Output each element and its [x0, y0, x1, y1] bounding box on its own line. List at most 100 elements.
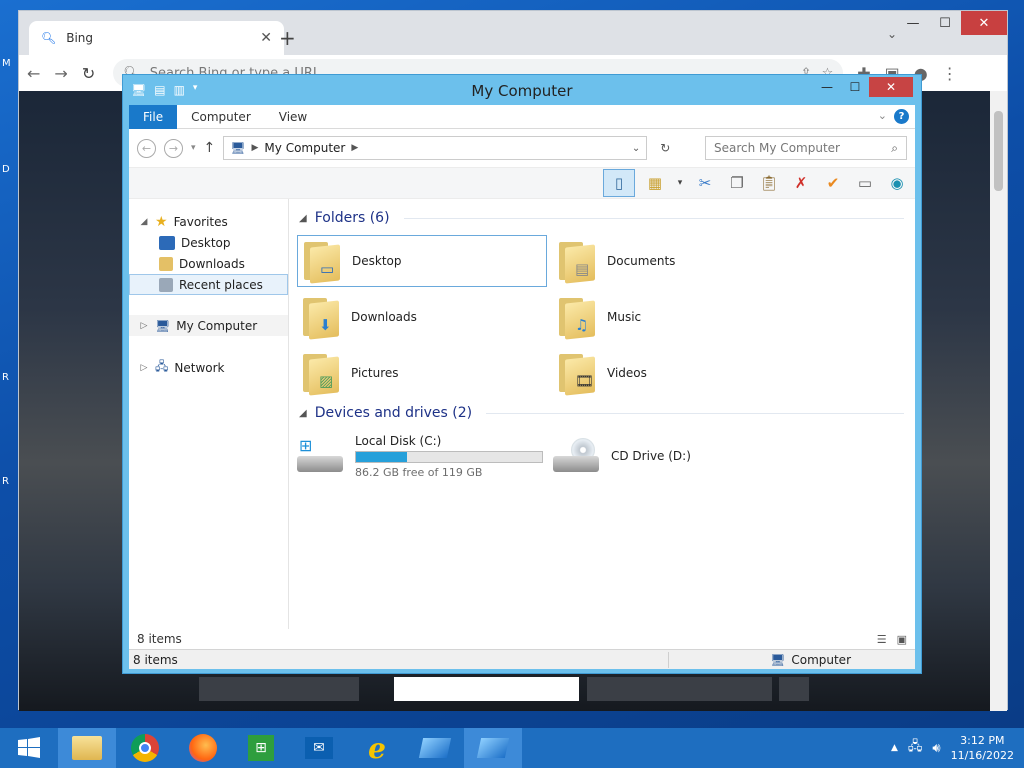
- refresh-icon[interactable]: ↻: [655, 141, 675, 155]
- copy-icon[interactable]: ❐: [725, 171, 749, 195]
- show-hidden-icons-icon[interactable]: ▲: [891, 743, 898, 753]
- explorer-titlebar[interactable]: 🖥︎ ▤ ▥ ▾ My Computer — ☐ ✕: [123, 75, 921, 105]
- drives-group-title: Devices and drives (2): [314, 405, 473, 421]
- sidebar-item-downloads[interactable]: Downloads: [129, 253, 288, 274]
- browser-tab-bing[interactable]: 🔍︎ Bing ✕: [29, 21, 284, 55]
- folder-item[interactable]: ▤ Documents: [553, 235, 803, 287]
- cut-icon[interactable]: ✂: [693, 171, 717, 195]
- folders-group-header[interactable]: ◢ Folders (6): [299, 207, 904, 229]
- reload-icon[interactable]: ↻: [82, 64, 95, 83]
- chevron-right-icon[interactable]: ▶: [252, 143, 259, 153]
- sidebar-item-label: Recent places: [179, 277, 263, 292]
- globe-icon[interactable]: ◉: [885, 171, 909, 195]
- expand-icon[interactable]: ◢: [139, 217, 149, 227]
- new-tab-button[interactable]: +: [279, 26, 296, 50]
- expand-icon[interactable]: ▷: [139, 363, 149, 373]
- chevron-down-icon[interactable]: ▾: [675, 171, 685, 195]
- taskbar-store[interactable]: ⊞: [232, 728, 290, 768]
- sidebar-item-network[interactable]: ▷ 🖧 Network: [129, 357, 288, 378]
- drive-free-space: 86.2 GB free of 119 GB: [355, 465, 483, 479]
- minimize-button[interactable]: —: [813, 77, 841, 97]
- windows-logo-icon: [18, 737, 40, 758]
- chevron-right-icon[interactable]: ▶: [351, 143, 358, 153]
- paste-icon[interactable]: 📋︎: [757, 171, 781, 195]
- browser-maximize-button[interactable]: ☐: [929, 11, 961, 35]
- sidebar-item-recent-places[interactable]: Recent places: [129, 274, 288, 295]
- address-path[interactable]: My Computer: [264, 141, 345, 155]
- address-row: ← → ▾ ↑ 🖥︎ ▶ My Computer ▶ ⌄ ↻ Search My…: [129, 129, 915, 167]
- expand-ribbon-icon[interactable]: ⌄: [878, 109, 887, 122]
- folder-name: Desktop: [352, 254, 402, 268]
- forward-icon[interactable]: →: [54, 64, 67, 83]
- expand-icon[interactable]: ▷: [139, 321, 149, 331]
- folder-item[interactable]: ⬇ Downloads: [297, 291, 547, 343]
- taskbar-file-explorer[interactable]: [58, 728, 116, 768]
- tab-file[interactable]: File: [129, 104, 178, 129]
- sidebar-item-desktop[interactable]: Desktop: [129, 232, 288, 253]
- internet-explorer-icon: e: [368, 731, 386, 765]
- browser-scrollbar[interactable]: [990, 91, 1007, 711]
- sidebar-item-label: Network: [174, 360, 225, 375]
- help-icon[interactable]: ?: [894, 109, 909, 124]
- music-folder-icon: ♫: [553, 296, 597, 340]
- folder-item[interactable]: ▭ Desktop: [297, 235, 547, 287]
- properties-icon[interactable]: ▦: [643, 171, 667, 195]
- clock[interactable]: 3:12 PM 11/16/2022: [951, 733, 1014, 763]
- forward-button[interactable]: →: [164, 138, 183, 158]
- preview-pane-button[interactable]: ▯: [603, 169, 635, 197]
- browser-close-button[interactable]: ✕: [961, 11, 1007, 35]
- browser-minimize-button[interactable]: —: [897, 11, 929, 35]
- folder-name: Downloads: [351, 310, 417, 324]
- drive-item-cd[interactable]: CD Drive (D:): [553, 429, 803, 483]
- drive-name: Local Disk (C:): [355, 433, 442, 448]
- remote-desktop-icon: [476, 738, 510, 758]
- delete-icon[interactable]: ✗: [789, 171, 813, 195]
- clock-time: 3:12 PM: [960, 734, 1005, 747]
- search-input[interactable]: Search My Computer ⌕: [705, 136, 907, 160]
- sidebar-item-my-computer[interactable]: ▷ 🖥︎ My Computer: [129, 315, 288, 336]
- up-button[interactable]: ↑: [204, 140, 216, 156]
- tab-close-icon[interactable]: ✕: [260, 30, 272, 46]
- start-button[interactable]: [0, 728, 58, 768]
- tab-view[interactable]: View: [265, 105, 321, 129]
- details-view-icon[interactable]: ☰: [877, 633, 887, 646]
- check-icon[interactable]: ✔: [821, 171, 845, 195]
- address-bar[interactable]: 🖥︎ ▶ My Computer ▶ ⌄: [223, 136, 648, 160]
- network-icon[interactable]: 🖧: [908, 737, 923, 759]
- tab-computer[interactable]: Computer: [177, 105, 265, 129]
- chevron-down-icon[interactable]: ⌄: [632, 143, 640, 154]
- sidebar-item-favorites[interactable]: ◢ ★ Favorites: [129, 211, 288, 232]
- taskbar-mail[interactable]: ✉: [290, 728, 348, 768]
- chevron-down-icon[interactable]: ⌄: [887, 27, 897, 41]
- window-title: My Computer: [471, 82, 573, 100]
- page-image: [199, 677, 359, 701]
- drive-item-local-disk[interactable]: ⊞ Local Disk (C:) 86.2 GB free of 119 GB: [297, 429, 547, 483]
- close-button[interactable]: ✕: [869, 77, 913, 97]
- taskbar-remote-app-2[interactable]: [464, 728, 522, 768]
- folder-item[interactable]: 🎞︎ Videos: [553, 347, 803, 399]
- folder-item[interactable]: ▨ Pictures: [297, 347, 547, 399]
- taskbar-chrome[interactable]: [116, 728, 174, 768]
- back-icon[interactable]: ←: [27, 64, 40, 83]
- taskbar-internet-explorer[interactable]: e: [348, 728, 406, 768]
- network-icon: 🖧: [155, 359, 169, 373]
- collapse-icon[interactable]: ◢: [299, 408, 307, 419]
- collapse-icon[interactable]: ◢: [299, 213, 307, 224]
- drives-group-header[interactable]: ◢ Devices and drives (2): [299, 402, 904, 424]
- large-icons-view-icon[interactable]: ▣: [897, 633, 907, 646]
- search-icon[interactable]: ⌕: [891, 141, 898, 156]
- taskbar-firefox[interactable]: [174, 728, 232, 768]
- remote-desktop-icon: [418, 738, 452, 758]
- details-status: 8 items ☰ ▣: [129, 629, 915, 649]
- maximize-button[interactable]: ☐: [841, 77, 869, 97]
- explorer-window: 🖥︎ ▤ ▥ ▾ My Computer — ☐ ✕ File Computer…: [122, 74, 922, 674]
- taskbar-remote-app[interactable]: [406, 728, 464, 768]
- recent-locations-icon[interactable]: ▾: [191, 143, 196, 153]
- volume-icon[interactable]: 🔊︎: [932, 741, 940, 756]
- menu-icon[interactable]: ⋮: [942, 64, 958, 83]
- back-button[interactable]: ←: [137, 138, 156, 158]
- folder-icon: [72, 736, 102, 760]
- rename-icon[interactable]: ▭: [853, 171, 877, 195]
- browser-tab-strip: 🔍︎ Bing ✕ + ⌄ — ☐ ✕: [19, 11, 1007, 55]
- folder-item[interactable]: ♫ Music: [553, 291, 803, 343]
